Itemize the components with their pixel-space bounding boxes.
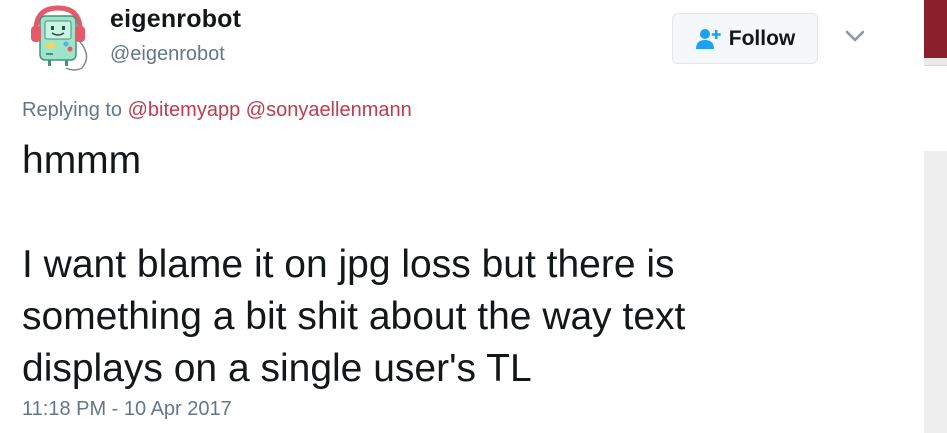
bmo-avatar-icon [31,5,88,71]
display-name[interactable]: eigenrobot [110,5,241,34]
tweet-text-line: I want blame it on jpg loss but there is [22,243,675,286]
page-edge-strip [924,0,947,433]
tweet-card: eigenrobot @eigenrobot Follow Replying t… [0,0,924,433]
mention-link[interactable]: @sonyaellenmann [246,99,412,121]
header-edge [924,0,947,58]
screen-name[interactable]: @eigenrobot [110,43,225,66]
tweet-text: hmmm I want blame it on jpg loss but the… [22,135,902,395]
avatar[interactable] [22,2,94,74]
follow-label: Follow [728,26,796,50]
add-user-icon [695,28,721,49]
replying-to-label: Replying to [22,99,123,121]
paragraph-break [22,187,902,239]
follow-button[interactable]: Follow [672,13,818,64]
tweet-text-line: something a bit shit about the way text [22,295,686,338]
tweet-text-line: displays on a single user's TL [22,347,532,390]
tweet-text-line: hmmm [22,139,142,182]
reply-context: Replying to @bitemyapp @sonyaellenmann [22,99,412,122]
side-panel-edge [924,65,947,152]
mention-link[interactable]: @bitemyapp [128,99,241,121]
chevron-down-icon[interactable] [844,28,866,44]
timestamp[interactable]: 11:18 PM - 10 Apr 2017 [22,398,232,421]
overlay-edge [924,151,947,433]
